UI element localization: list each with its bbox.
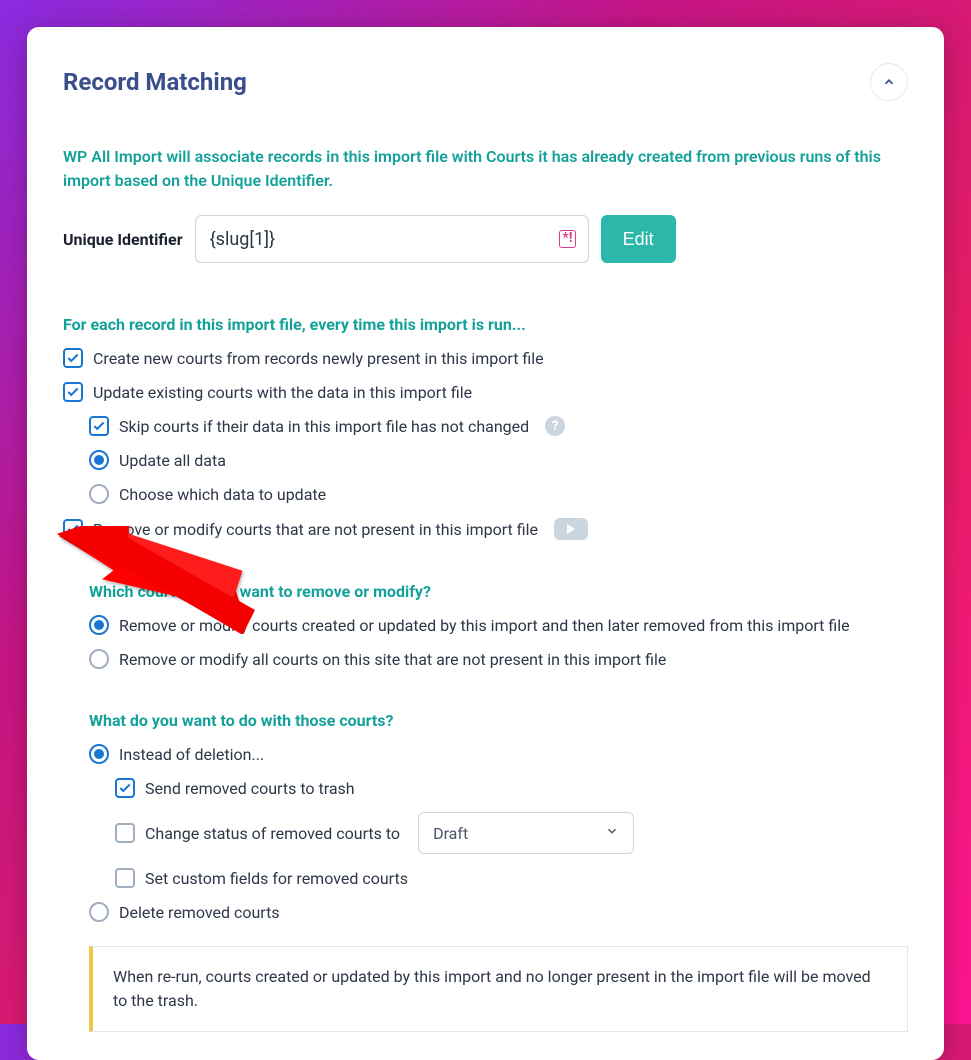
create-new-label: Create new courts from records newly pre… — [93, 349, 544, 368]
video-help-button[interactable] — [554, 518, 588, 540]
delete-label: Delete removed courts — [119, 903, 280, 922]
choose-data-option: Choose which data to update — [89, 484, 908, 504]
custom-fields-checkbox[interactable] — [115, 868, 135, 888]
chevron-down-icon — [605, 824, 619, 842]
which-opt2-label: Remove or modify all courts on this site… — [119, 650, 666, 669]
uid-label: Unique Identifier — [63, 230, 183, 249]
update-existing-label: Update existing courts with the data in … — [93, 383, 472, 402]
instead-radio[interactable] — [89, 744, 109, 764]
choose-data-radio[interactable] — [89, 484, 109, 504]
section-description: WP All Import will associate records in … — [63, 145, 908, 193]
custom-fields-option: Set custom fields for removed courts — [115, 868, 908, 888]
uid-input[interactable] — [208, 228, 560, 251]
chevron-up-icon — [882, 75, 896, 89]
section-title: Record Matching — [63, 68, 247, 96]
update-all-option: Update all data — [89, 450, 908, 470]
remove-missing-label: Remove or modify courts that are not pre… — [93, 520, 538, 539]
collapse-button[interactable] — [870, 63, 908, 101]
trash-option: Send removed courts to trash — [115, 778, 908, 798]
create-new-option: Create new courts from records newly pre… — [63, 348, 908, 368]
remove-missing-checkbox[interactable] — [63, 519, 83, 539]
record-matching-panel: Record Matching WP All Import will assoc… — [27, 27, 944, 1060]
help-icon[interactable]: ? — [545, 416, 565, 436]
panel-header: Record Matching — [63, 63, 908, 101]
which-opt2: Remove or modify all courts on this site… — [89, 649, 908, 669]
change-status-label: Change status of removed courts to — [145, 824, 400, 843]
remove-missing-option: Remove or modify courts that are not pre… — [63, 518, 908, 540]
which-opt1-radio[interactable] — [89, 615, 109, 635]
delete-option: Delete removed courts — [89, 902, 908, 922]
which-opt2-radio[interactable] — [89, 649, 109, 669]
skip-unchanged-label: Skip courts if their data in this import… — [119, 417, 529, 436]
skip-unchanged-checkbox[interactable] — [89, 416, 109, 436]
template-tag-icon: *! — [559, 230, 575, 247]
info-notice: When re-run, courts created or updated b… — [89, 946, 908, 1032]
trash-checkbox[interactable] — [115, 778, 135, 798]
instead-label: Instead of deletion... — [119, 745, 264, 764]
which-opt1: Remove or modify courts created or updat… — [89, 615, 908, 635]
instead-option: Instead of deletion... — [89, 744, 908, 764]
update-all-radio[interactable] — [89, 450, 109, 470]
edit-button[interactable]: Edit — [601, 215, 676, 263]
unique-identifier-row: Unique Identifier *! Edit — [63, 215, 908, 263]
change-status-option: Change status of removed courts to Draft — [115, 812, 908, 854]
which-courts-heading: Which courts do you want to remove or mo… — [89, 582, 908, 601]
update-existing-option: Update existing courts with the data in … — [63, 382, 908, 402]
for-each-heading: For each record in this import file, eve… — [63, 315, 908, 334]
custom-fields-label: Set custom fields for removed courts — [145, 869, 408, 888]
status-select-value: Draft — [433, 824, 468, 843]
what-do-heading: What do you want to do with those courts… — [89, 711, 908, 730]
trash-label: Send removed courts to trash — [145, 779, 355, 798]
update-all-label: Update all data — [119, 451, 226, 470]
change-status-checkbox[interactable] — [115, 823, 135, 843]
create-new-checkbox[interactable] — [63, 348, 83, 368]
uid-input-container: *! — [195, 215, 589, 263]
skip-unchanged-option: Skip courts if their data in this import… — [89, 416, 908, 436]
update-existing-checkbox[interactable] — [63, 382, 83, 402]
status-select[interactable]: Draft — [418, 812, 634, 854]
choose-data-label: Choose which data to update — [119, 485, 326, 504]
delete-radio[interactable] — [89, 902, 109, 922]
which-opt1-label: Remove or modify courts created or updat… — [119, 616, 850, 635]
play-icon — [567, 524, 575, 534]
